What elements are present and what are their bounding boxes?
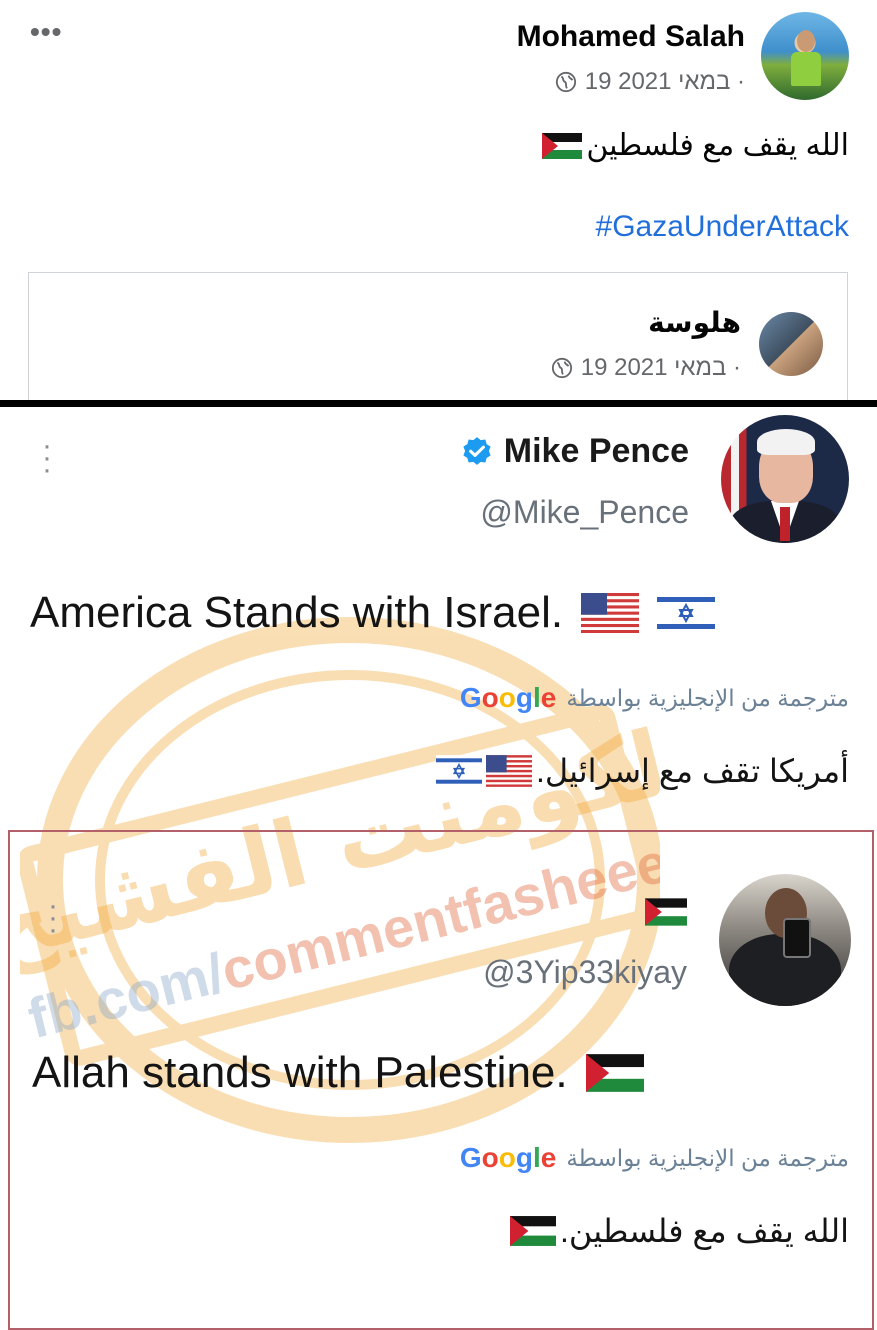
translation-label: مترجمة من الإنجليزية بواسطة — [566, 684, 849, 711]
tweet-translation-content: الله يقف مع فلسطين. — [559, 1213, 849, 1249]
globe-icon — [555, 71, 576, 93]
israel-flag-icon — [435, 755, 482, 787]
globe-icon — [551, 357, 572, 379]
tweet-text-content: America Stands with Israel. — [30, 588, 564, 637]
author-avatar[interactable] — [761, 12, 849, 100]
translation-attribution[interactable]: Google مترجمة من الإنجليزية بواسطة — [460, 1142, 849, 1174]
tweet-translation: الله يقف مع فلسطين. — [509, 1212, 849, 1250]
post-text-content: الله يقف مع فلسطين — [586, 129, 849, 162]
shared-author-name[interactable]: هلوسة — [648, 306, 741, 339]
palestine-flag-icon — [509, 1216, 556, 1246]
divider — [0, 400, 877, 407]
palestine-flag-icon — [585, 1054, 644, 1092]
tweet-author-handle[interactable]: @Mike_Pence — [480, 494, 689, 531]
tweet-text: America Stands with Israel. — [30, 588, 716, 638]
google-logo: Google — [459, 1142, 557, 1173]
shared-post-meta: 19 במאי 2021 · — [551, 354, 741, 382]
usa-flag-icon — [485, 755, 532, 787]
tweet-translation: أمريكا تقف مع إسرائيل. — [435, 752, 849, 790]
tweet-text: Allah stands with Palestine. — [32, 1048, 644, 1098]
translation-label: مترجمة من الإنجليزية بواسطة — [566, 1144, 849, 1171]
post-text: الله يقف مع فلسطين — [542, 128, 849, 163]
tweet-author-name: Mike Pence — [503, 432, 689, 470]
shared-author-avatar[interactable] — [759, 312, 823, 376]
post-author-name[interactable]: Mohamed Salah — [517, 20, 745, 54]
tweet-translation-content: أمريكا تقف مع إسرائيل. — [535, 753, 849, 789]
post-date[interactable]: 19 במאי 2021 · — [585, 68, 745, 96]
post-meta: 19 במאי 2021 · — [555, 68, 745, 96]
palestine-flag-icon — [645, 898, 687, 926]
tweet-text-content: Allah stands with Palestine. — [32, 1048, 568, 1097]
verified-badge-icon — [463, 436, 491, 465]
tweet-author-handle[interactable]: @3Yip33kiyay — [483, 954, 687, 991]
translation-attribution[interactable]: Google مترجمة من الإنجليزية بواسطة — [460, 682, 849, 714]
israel-flag-icon — [657, 593, 716, 633]
more-options-icon[interactable]: ••• — [30, 18, 62, 46]
palestine-flag-icon — [542, 132, 583, 159]
tweet-more-icon[interactable]: · · · — [40, 431, 54, 485]
tweet-avatar[interactable] — [719, 874, 851, 1006]
google-logo: Google — [459, 682, 557, 713]
tweet-author[interactable]: Mike Pence — [460, 432, 689, 471]
shared-post-date[interactable]: 19 במאי 2021 · — [581, 354, 741, 382]
tweet-avatar[interactable] — [721, 415, 849, 543]
hashtag-link[interactable]: #GazaUnderAttack — [596, 210, 849, 244]
tweet-more-icon[interactable]: · · · — [46, 891, 60, 945]
usa-flag-icon — [581, 593, 640, 633]
